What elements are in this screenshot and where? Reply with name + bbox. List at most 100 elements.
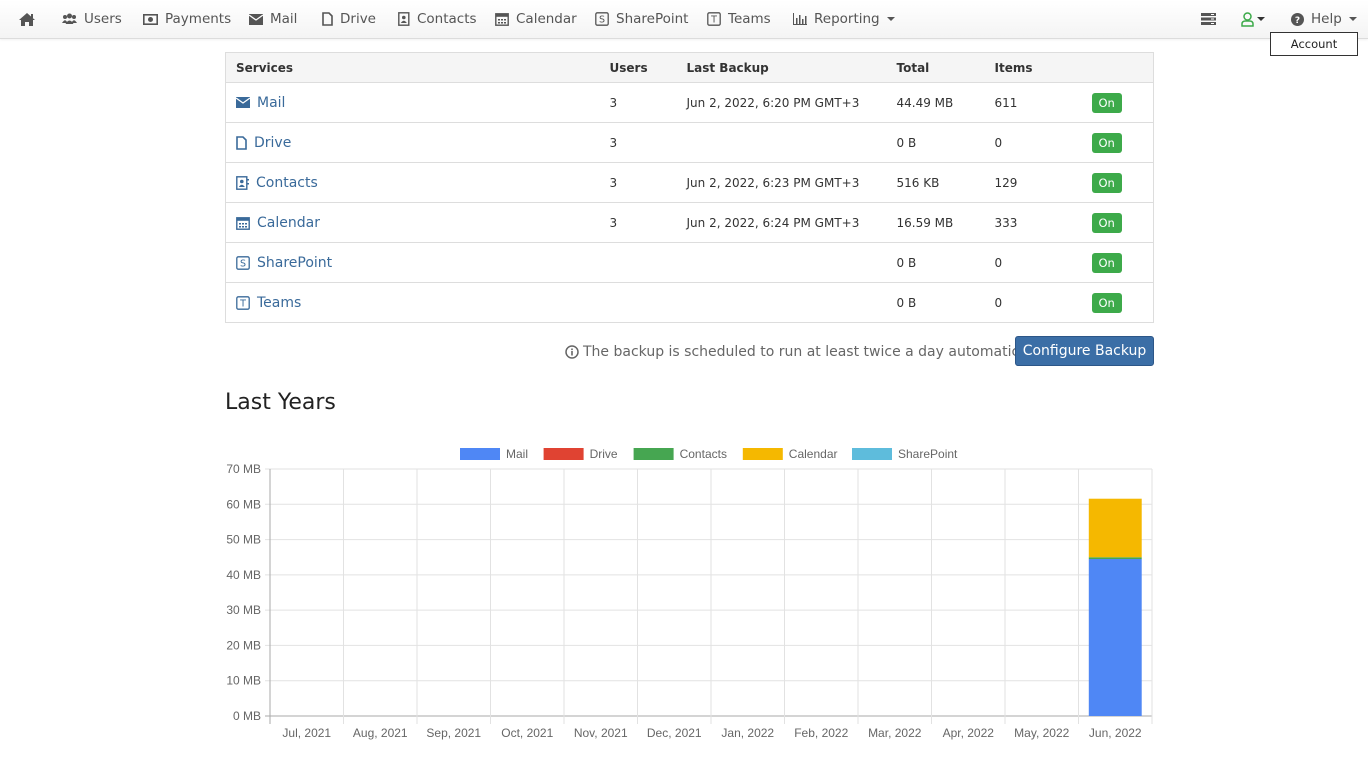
nav-reporting-dropdown[interactable]: Reporting [793, 0, 895, 38]
service-cell: Drive [225, 122, 600, 163]
x-tick-label: Apr, 2022 [943, 726, 995, 740]
status-toggle[interactable]: On [1091, 92, 1122, 113]
svg-text:T: T [239, 298, 246, 309]
svg-text:?: ? [1295, 16, 1300, 26]
x-tick-label: Sep, 2021 [426, 726, 481, 740]
status-cell: On [1081, 282, 1154, 323]
service-cell: S SharePoint [225, 242, 600, 283]
service-link-mail[interactable]: Mail [236, 95, 590, 111]
file-icon [322, 12, 333, 26]
service-name: Mail [257, 94, 286, 111]
nav-sharepoint[interactable]: S SharePoint [595, 0, 688, 38]
x-tick-label: Aug, 2021 [353, 726, 408, 740]
legend-label-mail: Mail [506, 447, 528, 461]
status-toggle[interactable]: On [1091, 212, 1122, 233]
users-cell: 3 [599, 162, 677, 203]
table-row: Drive 3 0 B 0 On [225, 122, 1154, 163]
items-cell: 129 [984, 162, 1082, 203]
server-status-button[interactable] [1201, 0, 1216, 38]
bar-contacts-11 [1088, 557, 1142, 560]
configure-backup-button[interactable]: Configure Backup [1015, 336, 1154, 366]
status-toggle[interactable]: On [1091, 292, 1122, 313]
status-toggle[interactable]: On [1091, 132, 1122, 153]
col-status [1081, 52, 1154, 83]
status-cell: On [1081, 162, 1154, 203]
y-tick-label: 0 MB [233, 709, 261, 723]
nav-teams[interactable]: T Teams [707, 0, 771, 38]
service-link-teams[interactable]: T Teams [236, 295, 590, 311]
total-cell: 0 B [886, 122, 985, 163]
sharepoint-icon: S [595, 12, 609, 26]
home-icon [18, 12, 36, 27]
table-row: Contacts 3 Jun 2, 2022, 6:23 PM GMT+3 516 K… [225, 162, 1154, 203]
contact-card-icon [236, 175, 249, 190]
col-users: Users [599, 52, 677, 83]
account-dropdown[interactable] [1241, 0, 1265, 38]
help-label: Help [1311, 11, 1342, 27]
service-link-drive[interactable]: Drive [236, 135, 590, 151]
x-tick-label: Dec, 2021 [647, 726, 702, 740]
status-cell: On [1081, 82, 1154, 123]
nav-users[interactable]: Users [62, 0, 122, 38]
table-row: S SharePoint 0 B 0 On [225, 242, 1154, 283]
teams-icon: T [707, 12, 721, 26]
service-cell: Mail [225, 82, 600, 123]
money-icon [143, 13, 158, 25]
top-navbar: Users Payments Mail Drive Contacts Calen… [0, 0, 1368, 39]
nav-home[interactable] [18, 0, 43, 38]
nav-calendar-label: Calendar [516, 11, 577, 27]
users-icon [62, 13, 77, 25]
col-last-backup: Last Backup [676, 52, 887, 83]
nav-calendar[interactable]: Calendar [495, 0, 577, 38]
total-cell: 16.59 MB [886, 202, 985, 243]
legend-label-sharepoint: SharePoint [898, 447, 958, 461]
service-link-contacts[interactable]: Contacts [236, 175, 590, 191]
services-table: Services Users Last Backup Total Items M… [225, 52, 1154, 323]
users-cell: 3 [599, 82, 677, 123]
last-backup-cell [676, 122, 887, 163]
file-icon [236, 135, 247, 150]
backup-size-chart: 0 MB 10 MB 20 MB 30 MB 40 MB 50 MB 60 MB 70 MB J… [226, 447, 1153, 740]
service-name: Calendar [257, 214, 320, 231]
last-backup-cell: Jun 2, 2022, 6:23 PM GMT+3 [676, 162, 887, 203]
nav-teams-label: Teams [728, 11, 771, 27]
nav-payments[interactable]: Payments [143, 0, 231, 38]
service-name: Teams [257, 294, 302, 311]
y-tick-label: 60 MB [226, 497, 261, 511]
status-cell: On [1081, 202, 1154, 243]
nav-drive-label: Drive [340, 11, 376, 27]
nav-mail[interactable]: Mail [249, 0, 297, 38]
service-link-calendar[interactable]: Calendar [236, 215, 590, 231]
bar-mail-11 [1088, 559, 1142, 716]
svg-text:S: S [599, 15, 605, 26]
status-toggle[interactable]: On [1091, 172, 1122, 193]
table-row: Calendar 3 Jun 2, 2022, 6:24 PM GMT+3 16.59… [225, 202, 1154, 243]
y-tick-label: 50 MB [226, 533, 261, 547]
account-tooltip: Account [1270, 32, 1358, 56]
service-link-sharepoint[interactable]: S SharePoint [236, 255, 590, 271]
last-backup-cell [676, 282, 887, 323]
nav-sharepoint-label: SharePoint [616, 11, 689, 27]
contact-card-icon [398, 12, 410, 26]
total-cell: 44.49 MB [886, 82, 985, 123]
nav-drive[interactable]: Drive [322, 0, 376, 38]
status-toggle[interactable]: On [1091, 252, 1122, 273]
items-cell: 0 [984, 122, 1082, 163]
legend-label-drive: Drive [590, 447, 618, 461]
items-cell: 0 [984, 242, 1082, 283]
x-tick-label: Nov, 2021 [574, 726, 628, 740]
x-tick-label: Jan, 2022 [721, 726, 774, 740]
x-tick-label: Jul, 2021 [282, 726, 331, 740]
col-total: Total [886, 52, 985, 83]
svg-text:T: T [710, 15, 717, 26]
nav-contacts[interactable]: Contacts [398, 0, 477, 38]
y-tick-label: 10 MB [226, 674, 261, 688]
users-cell: 3 [599, 122, 677, 163]
nav-reporting-label: Reporting [814, 11, 880, 27]
x-tick-label: Jun, 2022 [1089, 726, 1142, 740]
service-cell: Calendar [225, 202, 600, 243]
total-cell: 516 KB [886, 162, 985, 203]
y-tick-label: 20 MB [226, 638, 261, 652]
notice-text: The backup is scheduled to run at least … [583, 344, 1044, 360]
items-cell: 611 [984, 82, 1082, 123]
